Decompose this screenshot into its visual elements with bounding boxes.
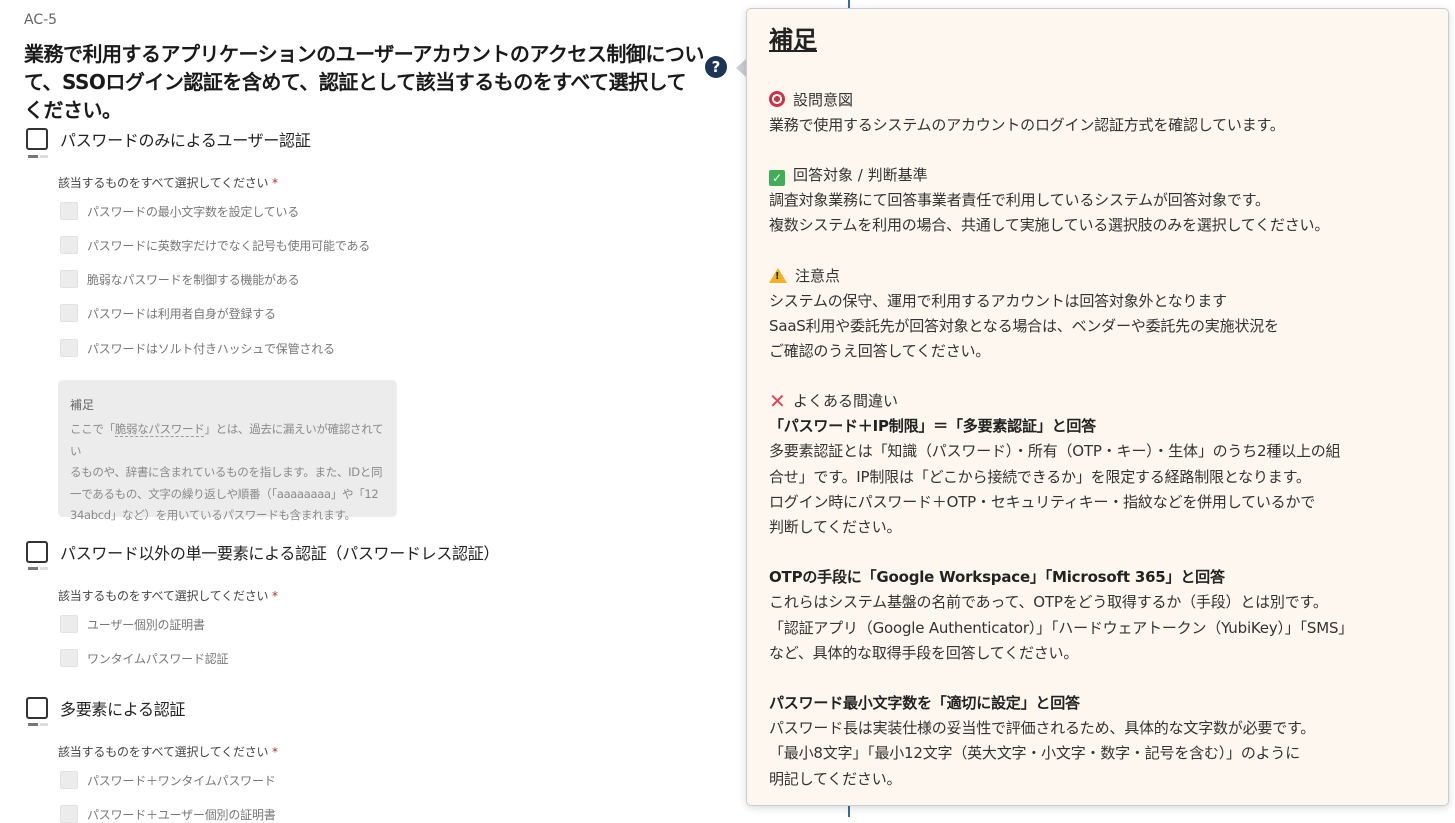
glossary-term[interactable]: 脆弱なパスワード — [114, 422, 205, 437]
sub-option-checkbox[interactable] — [60, 304, 78, 322]
option-label: パスワード以外の単一要素による認証（パスワードレス認証） — [60, 544, 500, 563]
note-body: ここで「脆弱なパスワード」とは、過去に漏えいが確認されてい るものや、辞書に含ま… — [70, 422, 384, 522]
mistake-heading: OTPの手段に「Google Workspace」「Microsoft 365」… — [769, 568, 1225, 587]
option-password-only[interactable]: パスワードのみによるユーザー認証 — [26, 127, 311, 151]
note-title: 補足 — [70, 398, 95, 412]
sub-option-checkbox[interactable] — [60, 771, 78, 789]
sub-option-checkbox[interactable] — [60, 805, 78, 823]
section-caution: ! 注意点 システムの保守、運用で利用するアカウントは回答対象外となります Saa… — [769, 266, 1279, 361]
section-otp: OTPの手段に「Google Workspace」「Microsoft 365」… — [769, 565, 1426, 666]
section-pwlength: パスワード最小文字数を「適切に設定」と回答 パスワード長は実装仕様の妥当性で評価… — [769, 691, 1426, 792]
sub-option-checkbox[interactable] — [60, 615, 78, 633]
sub-option[interactable]: パスワードの最小文字数を設定している — [60, 202, 299, 220]
option-passwordless[interactable]: パスワード以外の単一要素による認証（パスワードレス認証） — [26, 540, 499, 564]
section-mistakes: ✕ よくある間違い 「パスワード＋IP制限」＝「多要素認証」と回答 多要素認証とは… — [769, 389, 1426, 540]
sub-option[interactable]: パスワードは利用者自身が登録する — [60, 304, 276, 322]
note-box: 補足 ここで「脆弱なパスワード」とは、過去に漏えいが確認されてい るものや、辞書… — [58, 380, 397, 522]
question-id: AC-5 — [24, 12, 58, 28]
cross-icon: ✕ — [769, 389, 786, 414]
help-popover: 補足 設問意図 業務で使用するシステムのアカウントのログイン認証方式を確認してい… — [746, 8, 1449, 806]
check-icon: ✓ — [769, 170, 785, 187]
sub-option[interactable]: パスワード＋ユーザー個別の証明書 — [60, 805, 276, 823]
question-circle-icon[interactable]: ? — [705, 56, 727, 78]
question-title: 業務で利用するアプリケーションのユーザーアカウントのアクセス制御について、SSO… — [24, 42, 704, 122]
option-indicator — [28, 723, 48, 726]
option-indicator — [28, 567, 48, 570]
option-label: パスワードのみによるユーザー認証 — [60, 131, 311, 150]
sub-question-label: 該当するものをすべて選択してください * — [58, 176, 278, 190]
mistake-heading: パスワード最小文字数を「適切に設定」と回答 — [769, 694, 1080, 713]
option-indicator — [28, 155, 48, 158]
sub-option-checkbox[interactable] — [60, 339, 78, 357]
target-icon — [769, 91, 785, 107]
sub-option[interactable]: 脆弱なパスワードを制御する機能がある — [60, 270, 300, 288]
sub-option[interactable]: パスワードはソルト付きハッシュで保管される — [60, 339, 335, 357]
sub-question-label: 該当するものをすべて選択してください * — [58, 745, 278, 759]
sub-option[interactable]: パスワード＋ワンタイムパスワード — [60, 771, 276, 789]
section-intent: 設問意図 業務で使用するシステムのアカウントのログイン認証方式を確認しています。 — [769, 91, 1285, 134]
section-criteria: ✓ 回答対象 / 判断基準 調査対象業務にて回答事業者責任で利用しているシステムが… — [769, 166, 1330, 235]
mistake-heading: 「パスワード＋IP制限」＝「多要素認証」と回答 — [769, 417, 1096, 436]
option-checkbox[interactable] — [26, 541, 48, 563]
sub-option[interactable]: ユーザー個別の証明書 — [60, 615, 205, 633]
option-mfa[interactable]: 多要素による認証 — [26, 696, 185, 720]
popover-title: 補足 — [769, 26, 817, 54]
sub-question-label: 該当するものをすべて選択してください * — [58, 589, 278, 603]
sub-option-checkbox[interactable] — [60, 270, 78, 288]
sub-option-checkbox[interactable] — [60, 236, 78, 254]
sub-option-checkbox[interactable] — [60, 649, 78, 667]
option-checkbox[interactable] — [26, 128, 48, 150]
sub-option[interactable]: ワンタイムパスワード認証 — [60, 649, 229, 667]
sub-option[interactable]: パスワードに英数字だけでなく記号も使用可能である — [60, 236, 370, 254]
option-checkbox[interactable] — [26, 697, 48, 719]
sub-option-checkbox[interactable] — [60, 202, 78, 220]
warning-icon: ! — [769, 267, 787, 283]
option-label: 多要素による認証 — [60, 700, 186, 719]
